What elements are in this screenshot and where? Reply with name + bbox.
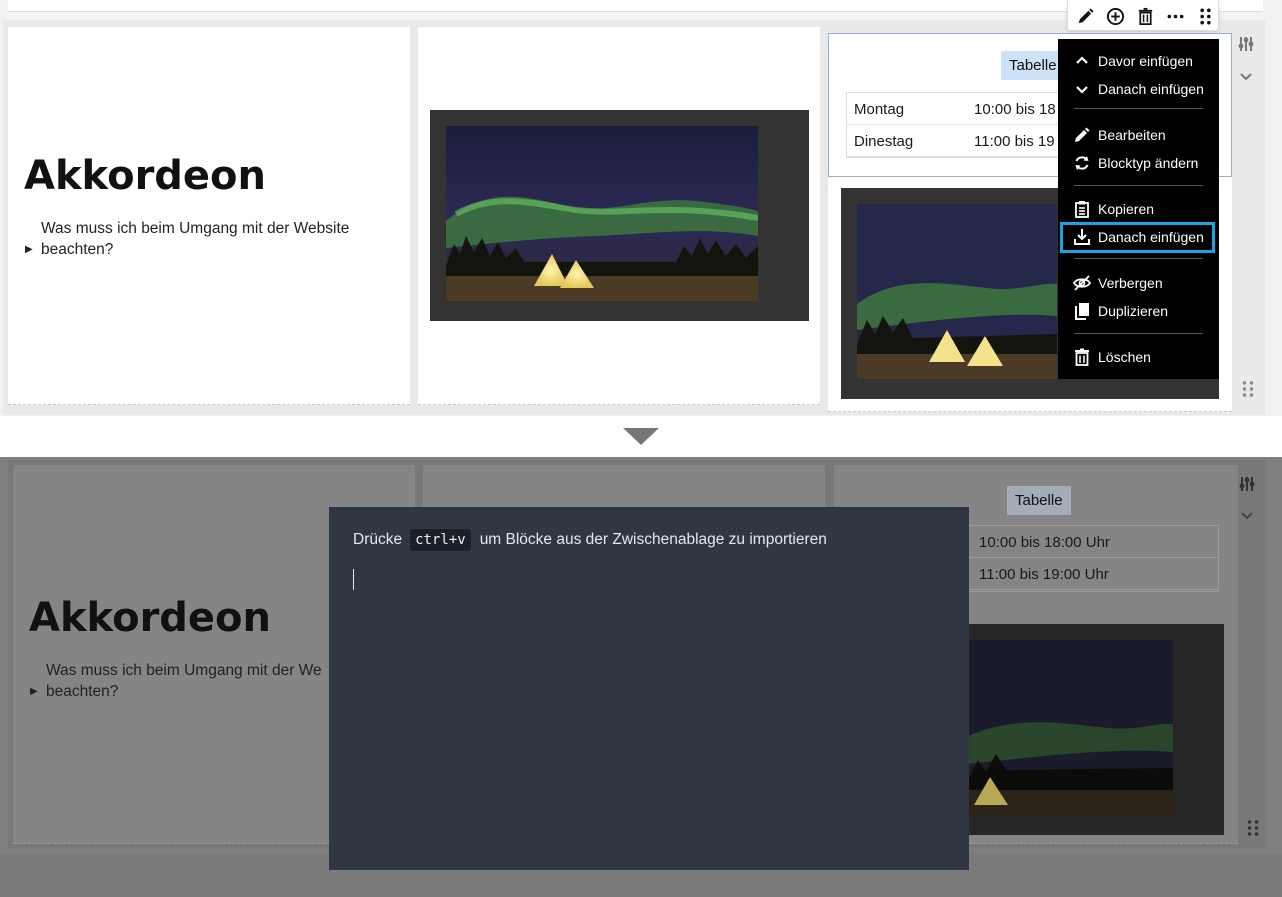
block-settings-icon[interactable] <box>1237 35 1255 58</box>
paste-hint: Drücke ctrl+v um Blöcke aus der Zwischen… <box>353 529 827 551</box>
chevron-down-icon <box>1076 86 1088 94</box>
accordion-heading: Akkordeon <box>24 153 267 199</box>
menu-change-type[interactable]: Blocktyp ändern <box>1058 150 1219 176</box>
text-cursor[interactable] <box>353 569 354 590</box>
column-accordion[interactable]: Akkordeon Was muss ich beim Umgang mit d… <box>8 27 410 405</box>
refresh-icon <box>1075 156 1089 170</box>
aurora-image <box>968 640 1173 815</box>
table-caption: Tabelle <box>1001 51 1065 80</box>
eye-off-icon <box>1073 275 1091 291</box>
table-cell: 11:00 bis 19:00 Uhr <box>979 566 1109 583</box>
editor-before: Akkordeon Was muss ich beim Umgang mit d… <box>0 0 1282 416</box>
copy-icon <box>1075 303 1089 320</box>
menu-divider <box>1074 108 1203 109</box>
menu-duplicate[interactable]: Duplizieren <box>1058 298 1219 324</box>
block-settings-icon <box>1238 475 1256 493</box>
menu-edit[interactable]: Bearbeiten <box>1058 122 1219 148</box>
menu-label: Davor einfügen <box>1098 53 1193 69</box>
accordion-question[interactable]: Was muss ich beim Umgang mit der Website… <box>41 218 349 260</box>
menu-hide[interactable]: Verbergen <box>1058 270 1219 296</box>
accordion-question: Was muss ich beim Umgang mit der We beac… <box>46 660 336 702</box>
menu-copy[interactable]: Kopieren <box>1058 196 1219 222</box>
block-toolbar <box>1067 0 1219 31</box>
pencil-icon[interactable] <box>1072 3 1098 29</box>
block-context-menu: Davor einfügen Danach einfügen Bearbeite… <box>1058 39 1219 379</box>
menu-divider <box>1074 185 1203 186</box>
accordion-question-line2: beachten? <box>46 683 119 700</box>
table-cell: 11:00 bis 19 <box>974 133 1055 150</box>
aurora-image <box>857 204 1057 379</box>
menu-label: Bearbeiten <box>1098 127 1166 143</box>
grip-icon <box>1246 819 1260 837</box>
plus-circle-icon[interactable] <box>1102 3 1128 29</box>
menu-label: Danach einfügen <box>1098 81 1204 97</box>
menu-label: Verbergen <box>1098 275 1163 291</box>
menu-label: Löschen <box>1098 349 1151 365</box>
table-cell: Montag <box>854 101 905 118</box>
accordion-question-line1: Was muss ich beim Umgang mit der We <box>46 662 322 679</box>
step-arrow-icon <box>623 428 659 445</box>
menu-divider <box>1074 333 1203 334</box>
menu-insert-before[interactable]: Davor einfügen <box>1058 48 1219 74</box>
grip-icon[interactable] <box>1192 3 1218 29</box>
table-cell: Dinestag <box>854 133 914 150</box>
grip-icon[interactable] <box>1241 380 1255 398</box>
accordion-question-line1: Was muss ich beim Umgang mit der Website <box>41 220 350 237</box>
image-frame <box>968 624 1224 835</box>
accordion-question-line2: beachten? <box>41 241 114 258</box>
ellipsis-icon[interactable] <box>1162 3 1188 29</box>
table-cell: 10:00 bis 18:00 Uhr <box>979 534 1110 551</box>
accordion-toggle-icon: ▶ <box>30 686 38 697</box>
table-caption: Tabelle <box>1007 486 1071 515</box>
menu-label: Blocktyp ändern <box>1098 155 1199 171</box>
menu-label: Kopieren <box>1098 201 1155 217</box>
paste-dialog[interactable]: Drücke ctrl+v um Blöcke aus der Zwischen… <box>329 507 969 870</box>
column-image[interactable] <box>418 27 820 405</box>
menu-divider <box>1074 258 1203 259</box>
paste-hint-suffix: um Blöcke aus der Zwischenablage zu impo… <box>479 531 827 548</box>
menu-insert-after[interactable]: Danach einfügen <box>1058 76 1219 102</box>
paste-hint-prefix: Drücke <box>353 531 403 548</box>
keyboard-shortcut: ctrl+v <box>410 529 471 551</box>
image-block[interactable] <box>430 110 809 321</box>
highlight-frame <box>1060 222 1215 253</box>
chevron-down-icon[interactable] <box>1237 67 1255 90</box>
menu-delete[interactable]: Löschen <box>1058 344 1219 370</box>
chevron-up-icon <box>1076 56 1088 64</box>
accordion-heading: Akkordeon <box>29 595 272 641</box>
clipboard-icon <box>1075 201 1089 218</box>
trash-icon <box>1075 348 1089 366</box>
trash-icon[interactable] <box>1132 3 1158 29</box>
menu-label: Duplizieren <box>1098 303 1169 319</box>
accordion-toggle-icon[interactable]: ▶ <box>25 244 33 255</box>
chevron-down-icon <box>1238 506 1256 524</box>
table-cell: 10:00 bis 18 <box>974 101 1056 118</box>
aurora-image <box>446 126 758 301</box>
pencil-icon <box>1075 127 1090 142</box>
